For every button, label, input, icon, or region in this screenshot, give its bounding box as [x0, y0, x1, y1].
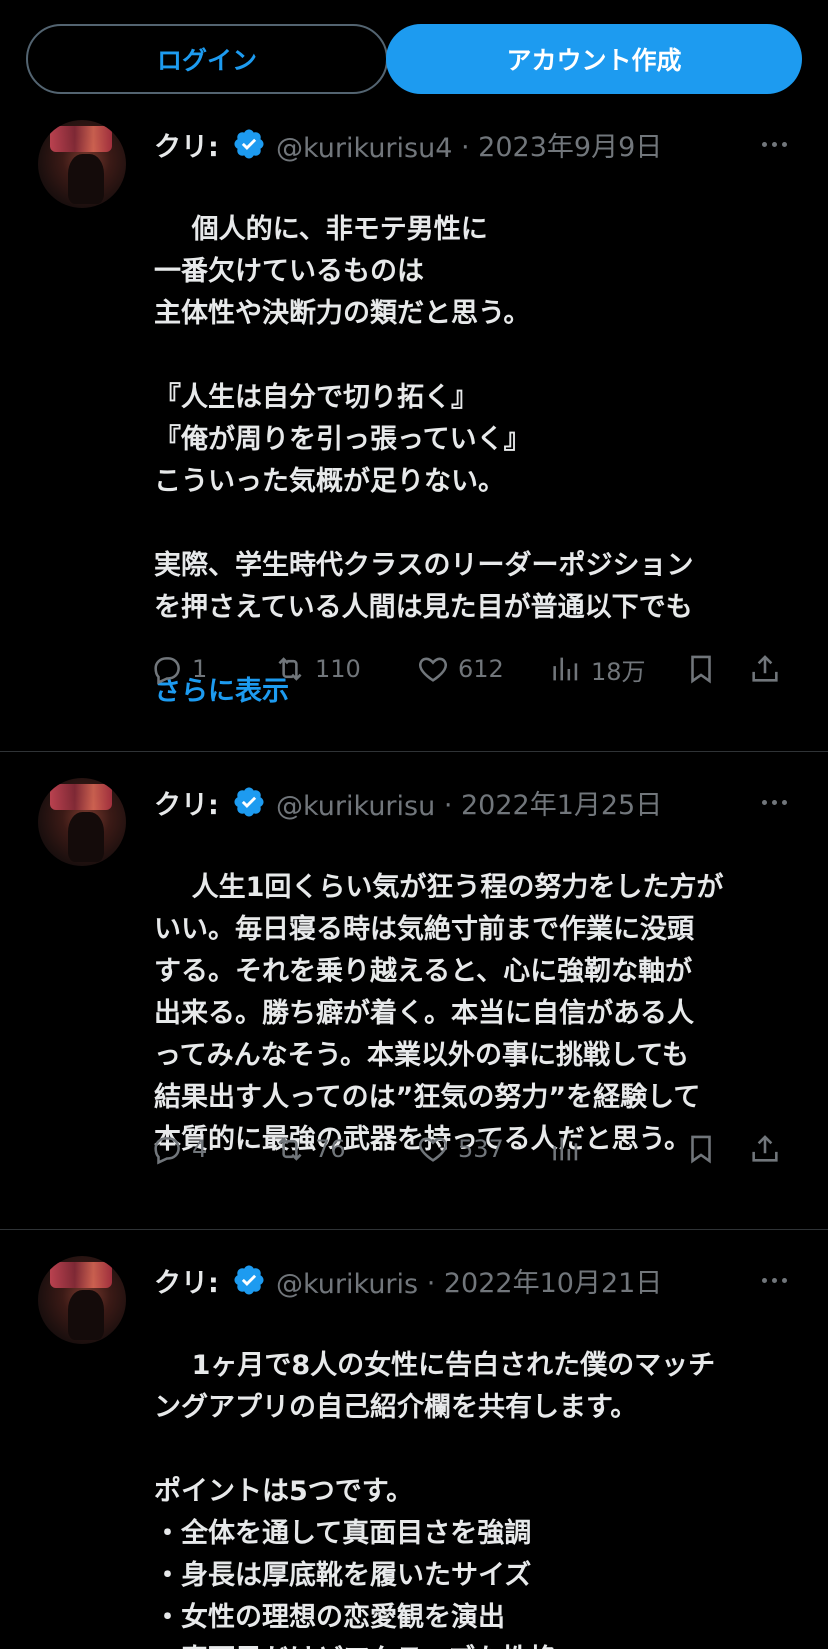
- bookmark-button[interactable]: [684, 1124, 718, 1174]
- signup-button[interactable]: アカウント作成: [386, 24, 802, 94]
- separator-dot: ·: [461, 131, 479, 163]
- tweet-text: 1ヶ月で8人の女性に告白された僕のマッチ ングアプリの自己紹介欄を共有します。 …: [154, 1303, 804, 1649]
- share-icon: [752, 655, 778, 682]
- avatar[interactable]: [38, 1256, 126, 1344]
- handle-and-date: @kurikurisu4 · 2023年9月9日: [276, 125, 662, 164]
- verified-badge-icon: [234, 1265, 264, 1295]
- views-button[interactable]: 18万: [549, 644, 646, 694]
- tweet-text-content: 個人的に、非モテ男性に 一番欠けているものは 主体性や決断力の類だと思う。 『人…: [154, 214, 694, 623]
- view-count: 18万: [591, 657, 646, 686]
- handle[interactable]: @kurikuris: [276, 1269, 418, 1300]
- like-count: 537: [458, 1135, 504, 1163]
- more-options-icon[interactable]: [754, 126, 794, 162]
- tweet[interactable]: クリ: @kurikuris · 2022年10月21日 1ヶ月で8人の女性に告…: [0, 1230, 828, 1649]
- share-button[interactable]: [748, 644, 782, 694]
- retweet-button[interactable]: 110: [273, 644, 361, 694]
- heart-icon: [419, 657, 447, 682]
- display-name[interactable]: クリ:: [154, 125, 230, 164]
- reply-count: 1: [192, 655, 208, 683]
- like-button[interactable]: 537: [416, 1124, 504, 1174]
- tweet-date[interactable]: 2022年10月21日: [444, 1268, 662, 1299]
- bookmark-button[interactable]: [684, 644, 718, 694]
- separator-dot: ·: [426, 1267, 444, 1299]
- more-options-icon[interactable]: [754, 1262, 794, 1298]
- tweet-date[interactable]: 2022年1月25日: [461, 790, 662, 821]
- top-bar: ログイン アカウント作成: [0, 0, 828, 112]
- analytics-icon: [553, 657, 578, 681]
- retweet-count: 110: [315, 655, 361, 683]
- handle[interactable]: @kurikurisu4: [276, 133, 452, 164]
- action-bar: 1 110 612 18万: [150, 644, 790, 694]
- verified-badge-icon: [234, 129, 264, 159]
- avatar[interactable]: [38, 120, 126, 208]
- tweet-text-content: 人生1回くらい気が狂う程の努力をした方が いい。毎日寝る時は気絶寸前まで作業に没…: [154, 872, 724, 1155]
- display-name[interactable]: クリ:: [154, 783, 230, 822]
- views-button[interactable]: [549, 1124, 591, 1174]
- share-icon: [752, 1135, 778, 1162]
- handle[interactable]: @kurikurisu: [276, 791, 435, 822]
- tweet-text: 個人的に、非モテ男性に 一番欠けているものは 主体性や決断力の類だと思う。 『人…: [154, 167, 804, 797]
- separator-dot: ·: [443, 789, 461, 821]
- tweet-date[interactable]: 2023年9月9日: [478, 132, 662, 163]
- verified-badge-icon: [234, 787, 264, 817]
- like-count: 612: [458, 655, 504, 683]
- tweet-header: クリ: @kurikurisu · 2022年1月25日: [154, 782, 794, 822]
- bookmark-icon: [691, 655, 711, 684]
- retweet-button[interactable]: 76: [273, 1124, 346, 1174]
- analytics-icon: [553, 1137, 578, 1161]
- reply-count: 4: [192, 1135, 208, 1163]
- retweet-count: 76: [315, 1135, 346, 1163]
- share-button[interactable]: [748, 1124, 782, 1174]
- bookmark-icon: [691, 1135, 711, 1164]
- tweet[interactable]: クリ: @kurikurisu4 · 2023年9月9日 個人的に、非モテ男性に…: [0, 112, 828, 752]
- action-bar: 4 76 537: [150, 1124, 790, 1174]
- like-button[interactable]: 612: [416, 644, 504, 694]
- avatar[interactable]: [38, 778, 126, 866]
- reply-button[interactable]: 4: [150, 1124, 207, 1174]
- more-options-icon[interactable]: [754, 784, 794, 820]
- reply-button[interactable]: 1: [150, 644, 207, 694]
- handle-and-date: @kurikurisu · 2022年1月25日: [276, 783, 662, 822]
- heart-icon: [419, 1137, 447, 1162]
- reply-icon: [154, 1137, 180, 1165]
- retweet-icon: [278, 1137, 302, 1161]
- tweet[interactable]: クリ: @kurikurisu · 2022年1月25日 人生1回くらい気が狂う…: [0, 752, 828, 1230]
- tweet-header: クリ: @kurikurisu4 · 2023年9月9日: [154, 124, 794, 164]
- display-name[interactable]: クリ:: [154, 1261, 230, 1300]
- login-button[interactable]: ログイン: [26, 24, 388, 94]
- retweet-icon: [278, 657, 302, 681]
- tweet-header: クリ: @kurikuris · 2022年10月21日: [154, 1260, 794, 1300]
- handle-and-date: @kurikuris · 2022年10月21日: [276, 1261, 662, 1300]
- tweet-text-content: 1ヶ月で8人の女性に告白された僕のマッチ ングアプリの自己紹介欄を共有します。 …: [154, 1350, 716, 1649]
- reply-icon: [154, 657, 180, 685]
